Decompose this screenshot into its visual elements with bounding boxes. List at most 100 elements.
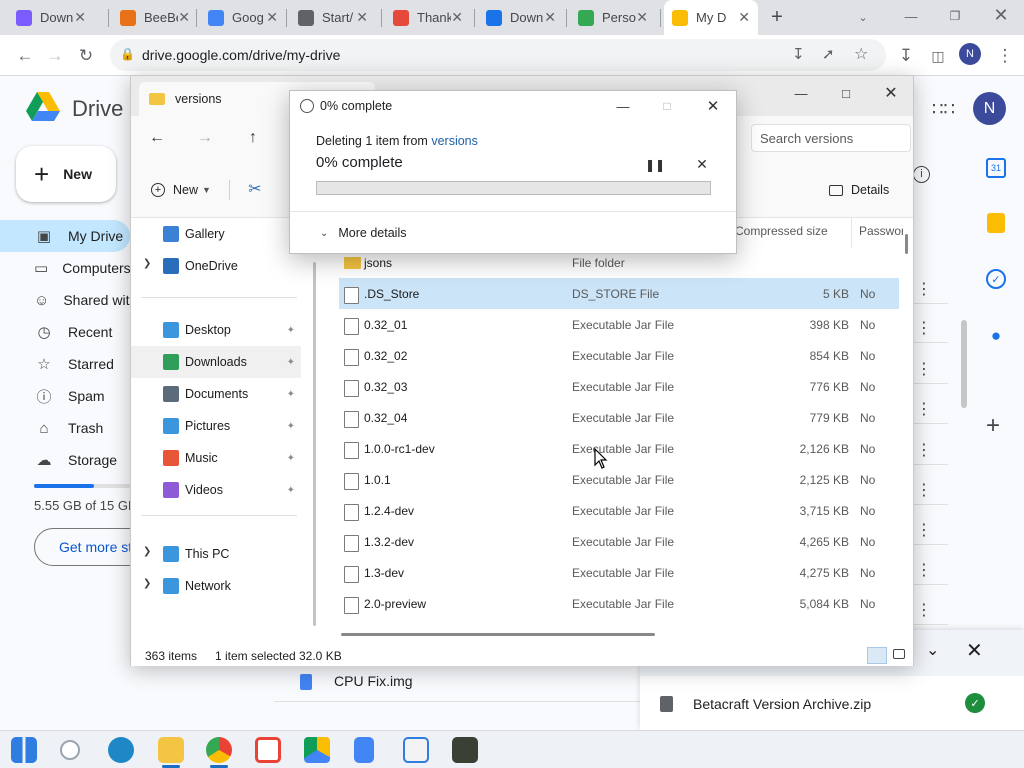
deleting-folder-link[interactable]: versions <box>431 134 478 148</box>
nav-scrollbar[interactable] <box>313 262 316 626</box>
account-avatar[interactable]: N <box>973 92 1006 125</box>
drive-nav-7[interactable]: ⌂ Trash <box>0 412 130 444</box>
details-view-icon[interactable] <box>867 647 887 664</box>
dialog-minimize-button[interactable]: — <box>610 96 636 116</box>
file-row[interactable]: 0.32_02 Executable Jar File 854 KB No <box>339 340 899 371</box>
file-row[interactable]: 1.3.2-dev Executable Jar File 4,265 KB No <box>339 526 899 557</box>
row-more-actions-icon[interactable]: ⋮ <box>916 359 932 379</box>
tab-close-icon[interactable]: ✕ <box>738 9 750 26</box>
row-more-actions-icon[interactable]: ⋮ <box>916 560 932 580</box>
drive-nav-1[interactable]: ▣ My Drive <box>0 220 130 252</box>
row-more-actions-icon[interactable]: ⋮ <box>916 279 932 299</box>
file-row[interactable]: 1.2.4-dev Executable Jar File 3,715 KB No <box>339 495 899 526</box>
column-compressed-size[interactable]: Compressed size <box>735 224 828 238</box>
pause-icon[interactable]: ❚❚ <box>645 156 665 174</box>
collapse-chevron-icon[interactable]: ⌄ <box>926 640 939 660</box>
explorer-new-button[interactable]: + New ▼ <box>151 180 211 200</box>
pin-icon[interactable]: ✦ <box>287 453 295 464</box>
nav-quick-3[interactable]: Documents ✦ <box>131 378 301 410</box>
gmail-taskbar-icon[interactable] <box>255 737 281 763</box>
forward-icon[interactable]: → <box>42 43 68 69</box>
file-row[interactable]: 0.32_01 Executable Jar File 398 KB No <box>339 309 899 340</box>
keep-icon[interactable] <box>987 213 1005 233</box>
file-list-vscroll[interactable] <box>905 234 908 254</box>
nav-quick-6[interactable]: Videos ✦ <box>131 474 301 506</box>
tab-close-icon[interactable]: ✕ <box>356 9 368 26</box>
browser-tab-2[interactable]: BeeBe✕ <box>112 0 198 35</box>
nav-network[interactable]: ❯ Network <box>131 570 301 602</box>
browser-tab-3[interactable]: Goog ✕ <box>200 0 286 35</box>
reload-icon[interactable]: ↻ <box>73 43 99 69</box>
dialog-close-button[interactable]: ✕ <box>700 96 726 116</box>
drive-nav-8[interactable]: ☁ Storage <box>0 444 130 476</box>
drive-nav-6[interactable]: ⓘ Spam <box>0 380 130 412</box>
file-row[interactable]: 1.0.0-rc1-dev Executable Jar File 2,126 KB… <box>339 433 899 464</box>
drive-nav-2[interactable]: ▭ Computers <box>0 252 130 284</box>
details-pane-button[interactable]: Details <box>829 180 889 200</box>
file-row-cpu-fix[interactable]: CPU Fix.img <box>274 666 640 702</box>
browser-tab-4[interactable]: Start/✕ <box>290 0 376 35</box>
pin-icon[interactable]: ✦ <box>287 485 295 496</box>
drive-new-button[interactable]: + New <box>16 146 116 202</box>
pin-icon[interactable]: ✦ <box>287 389 295 400</box>
explorer-forward-icon[interactable]: → <box>191 126 219 150</box>
tab-close-icon[interactable]: ✕ <box>636 9 648 26</box>
address-bar[interactable]: 🔒 drive.google.com/drive/my-drive ↧ ➚ ☆ <box>110 39 886 71</box>
file-row[interactable]: 2.0-preview Executable Jar File 5,084 KB No <box>339 588 899 619</box>
apps-grid-icon[interactable]: ∷∷ <box>932 99 955 120</box>
edge-beta-icon[interactable] <box>108 737 134 763</box>
share-icon[interactable]: ➚ <box>822 45 835 63</box>
drive-scrollbar[interactable] <box>961 320 967 408</box>
explorer-up-icon[interactable]: ↑ <box>239 126 267 150</box>
docs-taskbar-icon[interactable] <box>354 737 374 763</box>
browser-tab-5[interactable]: Thank ✕ <box>385 0 471 35</box>
downloads-icon[interactable]: ↧ <box>893 43 919 69</box>
tiles-view-icon[interactable] <box>893 649 905 659</box>
calendar-icon[interactable]: 31 <box>986 158 1006 178</box>
dialog-maximize-button[interactable]: □ <box>654 96 680 116</box>
file-row[interactable]: 1.3-dev Executable Jar File 4,275 KB No <box>339 557 899 588</box>
restore-browser-button[interactable]: ❐ <box>944 5 966 27</box>
drive-taskbar-icon[interactable] <box>304 737 330 763</box>
explorer-minimize-button[interactable]: — <box>786 81 816 105</box>
chrome-taskbar-icon[interactable] <box>206 737 232 763</box>
close-browser-button[interactable]: ✕ <box>990 4 1012 26</box>
file-row[interactable]: 1.0.1 Executable Jar File 2,125 KB No <box>339 464 899 495</box>
nav-quick-1[interactable]: Desktop ✦ <box>131 314 301 346</box>
pin-icon[interactable]: ✦ <box>287 421 295 432</box>
search-taskbar-icon[interactable] <box>60 740 80 760</box>
browser-tab-1[interactable]: Down ✕ <box>8 0 94 35</box>
row-more-actions-icon[interactable]: ⋮ <box>916 600 932 620</box>
nav-this-pc[interactable]: ❯ This PC <box>131 538 301 570</box>
new-tab-button[interactable]: + <box>765 5 789 29</box>
nav-quick-5[interactable]: Music ✦ <box>131 442 301 474</box>
tab-search-icon[interactable]: ⌄ <box>854 8 872 26</box>
expand-chevron-icon[interactable]: ❯ <box>143 546 151 557</box>
info-icon[interactable]: i <box>913 166 930 183</box>
install-icon[interactable]: ↧ <box>792 45 805 63</box>
browser-tab-6[interactable]: Down ✕ <box>478 0 564 35</box>
tab-close-icon[interactable]: ✕ <box>451 9 463 26</box>
file-list-hscroll[interactable] <box>341 633 655 636</box>
chrome-menu-icon[interactable]: ⋮ <box>992 43 1018 69</box>
profile-avatar[interactable]: N <box>959 43 981 65</box>
pin-icon[interactable]: ✦ <box>287 357 295 368</box>
nav-onedrive[interactable]: ❯ OneDrive <box>131 250 301 282</box>
start-windows-icon[interactable] <box>11 737 37 763</box>
tasks-icon[interactable]: ✓ <box>986 269 1006 289</box>
tab-close-icon[interactable]: ✕ <box>266 9 278 26</box>
minimize-browser-button[interactable]: — <box>900 5 922 27</box>
row-more-actions-icon[interactable]: ⋮ <box>916 520 932 540</box>
nav-quick-4[interactable]: Pictures ✦ <box>131 410 301 442</box>
tab-close-icon[interactable]: ✕ <box>178 9 190 26</box>
contacts-icon[interactable]: ● <box>986 326 1006 346</box>
drive-nav-5[interactable]: ☆ Starred <box>0 348 130 380</box>
game-taskbar-icon[interactable] <box>452 737 478 763</box>
back-icon[interactable]: ← <box>12 43 38 69</box>
row-more-actions-icon[interactable]: ⋮ <box>916 480 932 500</box>
tab-close-icon[interactable]: ✕ <box>74 9 86 26</box>
nav-gallery[interactable]: Gallery <box>131 218 301 250</box>
add-addon-icon[interactable]: + <box>986 412 1000 440</box>
more-details-toggle[interactable]: ⌄ More details <box>320 226 406 240</box>
explorer-back-icon[interactable]: ← <box>143 126 171 150</box>
